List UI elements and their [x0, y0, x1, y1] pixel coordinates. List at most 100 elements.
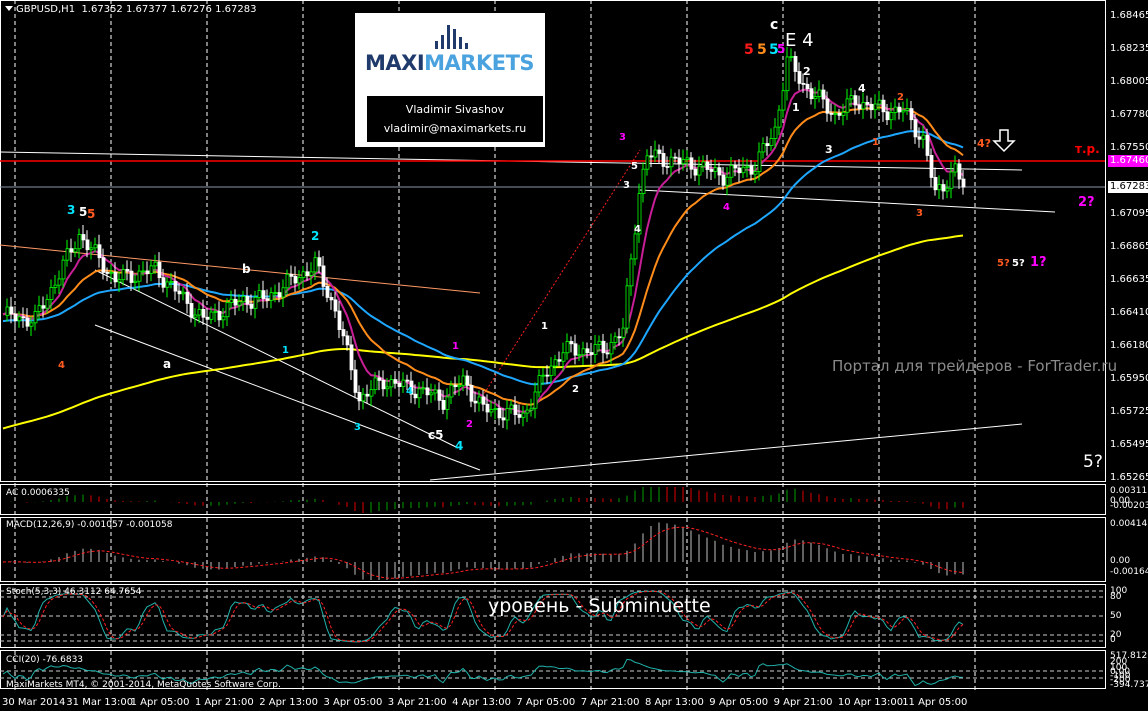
- wave-label: 3: [825, 143, 833, 156]
- candle-bull: [505, 408, 510, 421]
- candle-bull: [549, 365, 554, 376]
- trendline-wedge-bottom: [639, 189, 1056, 213]
- candle-bear: [517, 414, 522, 418]
- candle-bear: [869, 103, 874, 111]
- candle-bull: [29, 322, 34, 327]
- price-tick: 1.66410: [1110, 306, 1148, 318]
- candle-bull: [61, 259, 66, 280]
- candle-bear: [125, 269, 130, 272]
- candle-bull: [701, 161, 706, 167]
- time-tick: 11 Apr 05:00: [902, 697, 968, 708]
- time-tick: 1 Apr 21:00: [194, 697, 254, 708]
- candle-bear: [261, 290, 266, 300]
- wave-label: 4: [634, 224, 641, 235]
- candle-bull: [953, 163, 958, 173]
- wave-label: 1: [282, 345, 289, 356]
- indicator-axis-tick: -394.7378: [1110, 680, 1148, 690]
- dropdown-icon[interactable]: [5, 6, 13, 11]
- candle-bull: [149, 265, 154, 274]
- candle-bear: [925, 134, 930, 156]
- candle-bear: [325, 286, 330, 298]
- indicator-axis-tick: -0.00164: [1110, 567, 1148, 577]
- close-price: 1.67283: [215, 4, 257, 15]
- wave-label: 4: [406, 386, 413, 397]
- candle-bull: [813, 96, 818, 100]
- candle-bull: [729, 165, 734, 178]
- indicator-axis-tick: 50: [1110, 611, 1122, 621]
- candle-bear: [393, 379, 398, 384]
- candle-bear: [441, 399, 446, 410]
- candle-bull: [901, 109, 906, 113]
- candle-bear: [245, 295, 250, 305]
- candle-bear: [917, 136, 922, 140]
- candle-bear: [837, 112, 842, 116]
- candle-bull: [253, 297, 258, 309]
- candle-bear: [9, 306, 14, 315]
- wave-label: 2: [311, 229, 320, 243]
- candle-bull: [285, 273, 290, 289]
- candle-bear: [793, 56, 798, 72]
- candle-bull: [625, 285, 630, 329]
- candle-bull: [781, 90, 786, 111]
- candle-bull: [389, 379, 394, 388]
- candle-bear: [765, 143, 770, 147]
- price-tick: 1.65495: [1110, 438, 1148, 450]
- candle-bull: [421, 387, 426, 390]
- candle-bull: [489, 409, 494, 413]
- maximarkets-logo: MAXIMARKETS Vladimir Sivashov vladimir@m…: [355, 13, 545, 147]
- candle-bear: [453, 384, 458, 388]
- candle-bull: [237, 301, 242, 306]
- wave-label: 3: [619, 132, 626, 143]
- wave-label: 4: [723, 202, 730, 213]
- main-panel-frame: [0, 0, 1106, 482]
- candle-bear: [317, 257, 322, 267]
- candle-bear: [933, 177, 938, 191]
- candle-bear: [673, 156, 678, 159]
- candle-bear: [721, 174, 726, 186]
- candle-bull: [313, 257, 318, 273]
- candle-bull: [509, 404, 514, 409]
- candle-bull: [949, 171, 954, 189]
- wave-label: 4: [58, 360, 65, 371]
- candle-bear: [473, 400, 478, 404]
- candle-bear: [365, 393, 370, 397]
- candle-bear: [69, 248, 74, 253]
- candle-bull: [937, 184, 942, 191]
- candle-bull: [773, 126, 778, 139]
- candle-bull: [529, 407, 534, 411]
- candle-bull: [697, 165, 702, 176]
- wave-label: b: [242, 262, 251, 276]
- logo-brand-maxi: MAXI: [365, 51, 425, 75]
- candle-bull: [553, 359, 558, 367]
- candle-bear: [885, 111, 890, 121]
- candle-bear: [161, 277, 166, 288]
- candle-bull: [745, 165, 750, 168]
- candle-bear: [853, 95, 858, 106]
- time-tick: 10 Apr 13:00: [837, 697, 904, 708]
- candle-bear: [513, 404, 518, 415]
- wave-label: 2: [572, 384, 579, 395]
- candle-bull: [841, 111, 846, 116]
- candle-bull: [417, 388, 422, 399]
- candle-bear: [649, 155, 654, 158]
- candle-bull: [613, 336, 618, 343]
- price-tick: 1.66865: [1110, 241, 1148, 252]
- wave-label: 2: [466, 419, 473, 430]
- candle-bull: [777, 109, 782, 128]
- wave-label: 2: [897, 92, 904, 103]
- candle-bull: [53, 284, 58, 288]
- wave-label: 5: [744, 42, 754, 58]
- candle-bear: [501, 417, 506, 421]
- candle-bull: [725, 176, 730, 186]
- candle-bull: [525, 409, 530, 414]
- candle-bull: [449, 384, 454, 398]
- candle-bull: [541, 374, 546, 377]
- candle-bull: [629, 258, 634, 287]
- candle-bull: [521, 412, 526, 418]
- candle-bull: [769, 138, 774, 147]
- wave-label: 3: [354, 422, 361, 433]
- indicator-plots: [2, 487, 964, 687]
- candle-bull: [945, 187, 950, 192]
- candle-bear: [557, 359, 562, 362]
- stoch-signal-line: [2, 590, 964, 643]
